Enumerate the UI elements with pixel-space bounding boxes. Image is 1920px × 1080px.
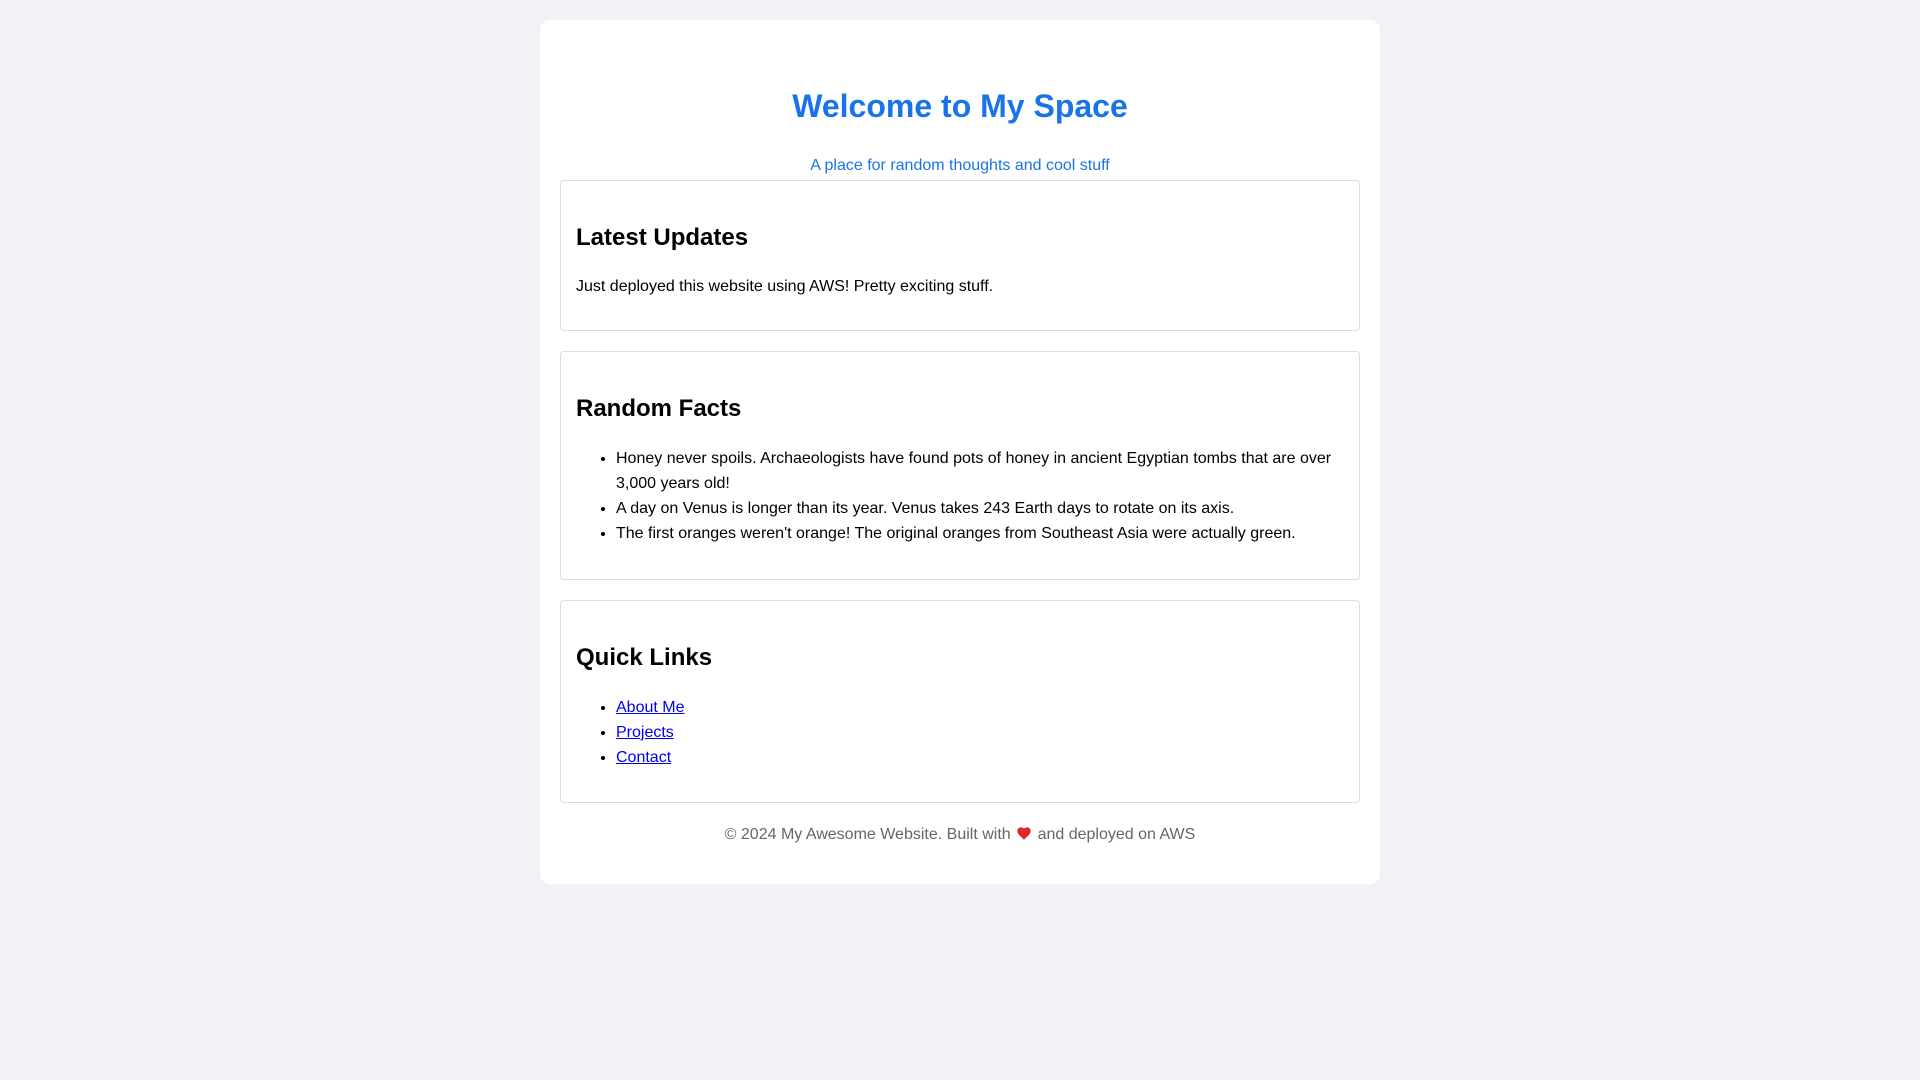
latest-updates-heading: Latest Updates — [576, 224, 749, 251]
page-title: Welcome to My Space — [792, 88, 1128, 124]
random-facts-heading: Random Facts — [576, 395, 742, 422]
random-facts-section: Random Facts Honey never spoils. Archaeo… — [560, 351, 1360, 580]
fact-item: A day on Venus is longer than its year. … — [616, 496, 1344, 521]
footer-text-end: and deployed on AWS — [1037, 826, 1196, 843]
latest-updates-section: Latest Updates Just deployed this websit… — [560, 180, 1360, 331]
quick-links-heading: Quick Links — [576, 644, 713, 671]
quick-links-list: About Me Projects Contact — [576, 695, 1344, 770]
heart-icon — [1017, 827, 1031, 840]
contact-link[interactable]: Contact — [616, 749, 671, 766]
main-container: Welcome to My Space A place for random t… — [540, 20, 1380, 884]
random-facts-list: Honey never spoils. Archaeologists have … — [576, 446, 1344, 546]
latest-updates-text: Just deployed this website using AWS! Pr… — [576, 278, 994, 295]
fact-item: Honey never spoils. Archaeologists have … — [616, 446, 1344, 496]
footer-text-start: © 2024 My Awesome Website. Built with — [724, 826, 1011, 843]
page-subtitle: A place for random thoughts and cool stu… — [810, 157, 1110, 174]
projects-link[interactable]: Projects — [616, 724, 674, 741]
footer: © 2024 My Awesome Website. Built with an… — [540, 824, 1380, 846]
fact-item: The first oranges weren't orange! The or… — [616, 521, 1344, 546]
quick-links-section: Quick Links About Me Projects Contact — [560, 600, 1360, 803]
list-item: Contact — [616, 745, 1344, 770]
list-item: Projects — [616, 720, 1344, 745]
list-item: About Me — [616, 695, 1344, 720]
about-me-link[interactable]: About Me — [616, 699, 684, 716]
